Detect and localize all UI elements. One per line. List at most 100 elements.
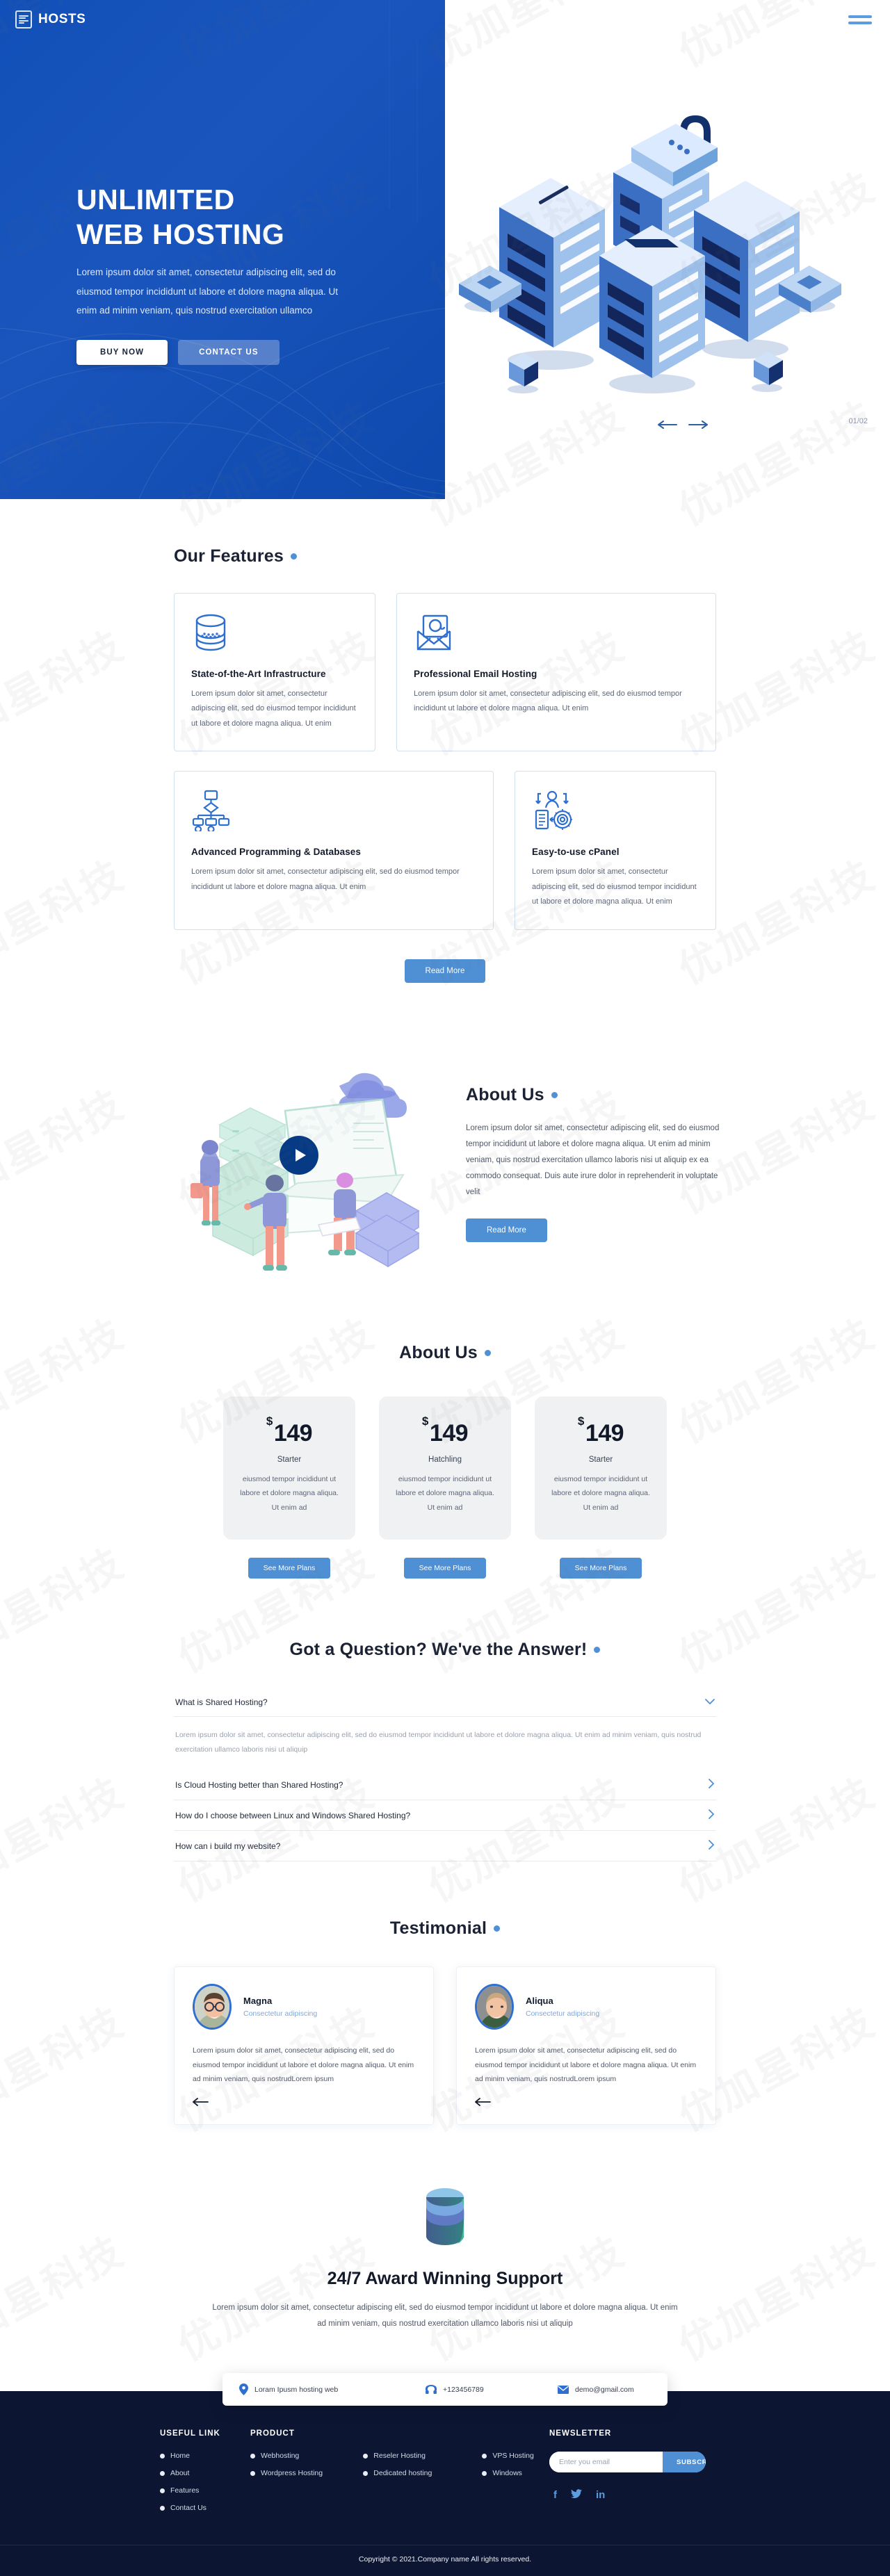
footer-link-about[interactable]: About (160, 2469, 250, 2477)
subscribe-button[interactable]: SUBSCRIBE (663, 2452, 706, 2473)
footer-link-windows[interactable]: Windows (482, 2469, 549, 2477)
footer-link-label: Contact Us (170, 2504, 207, 2513)
contact-email[interactable]: demo@gmail.com (558, 2385, 634, 2394)
feature-card[interactable]: Advanced Programming & Databases Lorem i… (174, 771, 494, 930)
contact-bar: Loram Ipusm hosting web +123456789 demo@… (222, 2373, 668, 2406)
pricing-section: About Us $149 Starter eiusmod tempor inc… (174, 1304, 716, 1599)
chevron-down-icon[interactable] (705, 1697, 715, 1707)
testimonial-body: Lorem ipsum dolor sit amet, consectetur … (193, 2046, 414, 2083)
footer-link-webhosting[interactable]: Webhosting (250, 2452, 330, 2460)
testimonial-role: Consectetur adipiscing (526, 2010, 600, 2019)
footer-link-label: Features (170, 2486, 200, 2495)
chevron-right-icon[interactable] (709, 1779, 715, 1791)
arrow-right-icon[interactable] (688, 420, 709, 430)
about-illustration (174, 1047, 438, 1276)
bullet-icon (250, 2453, 255, 2459)
faq-question-row[interactable]: How do I choose between Linux and Window… (174, 1800, 716, 1832)
price-currency: $ (266, 1415, 273, 1428)
about-section: About Us Lorem ipsum dolor sit amet, con… (174, 983, 719, 1304)
about-title: About Us (466, 1085, 558, 1105)
title-dot-icon (494, 1925, 501, 1932)
newsletter-email-input[interactable] (549, 2452, 663, 2473)
testimonial-name: Aliqua (526, 1996, 553, 2007)
slide-counter: 01/02 (848, 417, 868, 425)
price-currency: $ (421, 1415, 428, 1428)
feature-card-title: Advanced Programming & Databases (191, 847, 362, 858)
facebook-icon[interactable]: f (553, 2489, 557, 2502)
hero-illustration (431, 83, 862, 410)
hero-paragraph: Lorem ipsum dolor sit amet, consectetur … (76, 267, 338, 316)
chevron-right-icon[interactable] (709, 1840, 715, 1852)
footer-link-wordpress-hosting[interactable]: Wordpress Hosting (250, 2469, 330, 2477)
twitter-icon[interactable] (571, 2489, 582, 2502)
hero-copy: UNLIMITED WEB HOSTING Lorem ipsum dolor … (76, 182, 375, 366)
contact-phone[interactable]: +123456789 (426, 2384, 558, 2395)
features-read-more-button[interactable]: Read More (404, 959, 486, 983)
pricing-card: $149 Starter eiusmod tempor incididunt u… (535, 1396, 667, 1579)
footer-link-dedicated-hosting[interactable]: Dedicated hosting (363, 2469, 448, 2477)
arrow-left-icon[interactable] (475, 2097, 697, 2109)
feature-card[interactable]: Professional Email Hosting Lorem ipsum d… (396, 593, 716, 752)
pricing-card: $149 Starter eiusmod tempor incididunt u… (223, 1396, 355, 1579)
database-icon (191, 612, 358, 656)
plan-description: eiusmod tempor incididunt ut labore et d… (240, 1474, 339, 1512)
faq-question: Is Cloud Hosting better than Shared Host… (175, 1779, 343, 1790)
about-text: About Us Lorem ipsum dolor sit amet, con… (466, 1081, 727, 1242)
newsletter-form: SUBSCRIBE (549, 2452, 706, 2473)
footer-link-vps-hosting[interactable]: VPS Hosting (482, 2452, 549, 2460)
about-read-more-button[interactable]: Read More (466, 1218, 547, 1242)
support-paragraph: Lorem ipsum dolor sit amet, consectetur … (212, 2304, 678, 2328)
price-value: 149 (273, 1419, 313, 1446)
price-amount: $149 (393, 1415, 497, 1447)
see-more-plans-button[interactable]: See More Plans (248, 1558, 331, 1579)
testimonial-section: Testimonial Magna Consectetur adipiscing… (174, 1875, 716, 2139)
see-more-plans-button[interactable]: See More Plans (403, 1558, 487, 1579)
chevron-right-icon[interactable] (709, 1809, 715, 1821)
linkedin-icon[interactable]: in (596, 2489, 605, 2502)
footer-link-home[interactable]: Home (160, 2452, 250, 2460)
see-more-plans-button[interactable]: See More Plans (559, 1558, 642, 1579)
footer-link-label: About (170, 2469, 190, 2478)
faq-question-row[interactable]: How can i build my website? (174, 1831, 716, 1862)
arrow-left-icon[interactable] (657, 420, 678, 430)
footer-link-contact-us[interactable]: Contact Us (160, 2504, 250, 2512)
faq-question-row[interactable]: What is Shared Hosting? (174, 1688, 716, 1718)
footer-link-reseler-hosting[interactable]: Reseler Hosting (363, 2452, 448, 2460)
price-amount: $149 (549, 1415, 653, 1447)
feature-card[interactable]: Easy-to-use cPanel Lorem ipsum dolor sit… (515, 771, 716, 930)
arrow-left-icon[interactable] (193, 2097, 415, 2109)
pricing-title-text: About Us (399, 1342, 478, 1362)
footer-link-features[interactable]: Features (160, 2486, 250, 2495)
hero-title-line-2: WEB HOSTING (76, 218, 285, 251)
testimonial-card: Magna Consectetur adipiscing Lorem ipsum… (174, 1966, 434, 2126)
contact-phone-text: +123456789 (443, 2385, 484, 2394)
faq-title-text: Got a Question? We've the Answer! (289, 1640, 588, 1660)
title-dot-icon (484, 1349, 491, 1356)
testimonial-card: Aliqua Consectetur adipiscing Lorem ipsu… (456, 1966, 716, 2126)
hero-slider-controls[interactable] (657, 420, 709, 430)
hamburger-menu-icon[interactable] (848, 12, 872, 28)
top-navigation-bar: HOSTS (0, 0, 890, 39)
faq-answer: Lorem ipsum dolor sit amet, consectetur … (175, 1731, 702, 1754)
buy-now-button[interactable]: BUY NOW (76, 340, 168, 366)
faq-question-row[interactable]: Is Cloud Hosting better than Shared Host… (174, 1770, 716, 1801)
feature-card[interactable]: State-of-the-Art Infrastructure Lorem ip… (174, 593, 375, 752)
faq-question: What is Shared Hosting? (175, 1697, 268, 1707)
testimonial-body: Lorem ipsum dolor sit amet, consectetur … (475, 2046, 697, 2083)
footer-link-label: VPS Hosting (492, 2452, 534, 2461)
contact-address-text: Loram Ipusm hosting web (254, 2385, 339, 2394)
play-button-icon[interactable] (280, 1135, 318, 1175)
footer-newsletter-title: NEWSLETTER (549, 2429, 612, 2438)
plan-name: Hatchling (428, 1455, 462, 1464)
plan-name: Starter (277, 1455, 302, 1464)
brand-logo[interactable]: HOSTS (15, 10, 86, 28)
contact-address[interactable]: Loram Ipusm hosting web (239, 2383, 426, 2396)
hero-button-group: BUY NOW CONTACT US (76, 340, 375, 366)
avatar (193, 1984, 232, 2030)
bullet-icon (482, 2470, 487, 2476)
footer-product-col-2: Reseler Hosting Dedicated hosting (363, 2452, 448, 2486)
contact-us-button[interactable]: CONTACT US (178, 340, 280, 366)
feature-card-body: Lorem ipsum dolor sit amet, consectetur … (414, 690, 682, 713)
footer-product-section: PRODUCT Webhosting Wordpress Hosting Res… (250, 2429, 549, 2521)
footer-product-title: PRODUCT (250, 2429, 295, 2438)
